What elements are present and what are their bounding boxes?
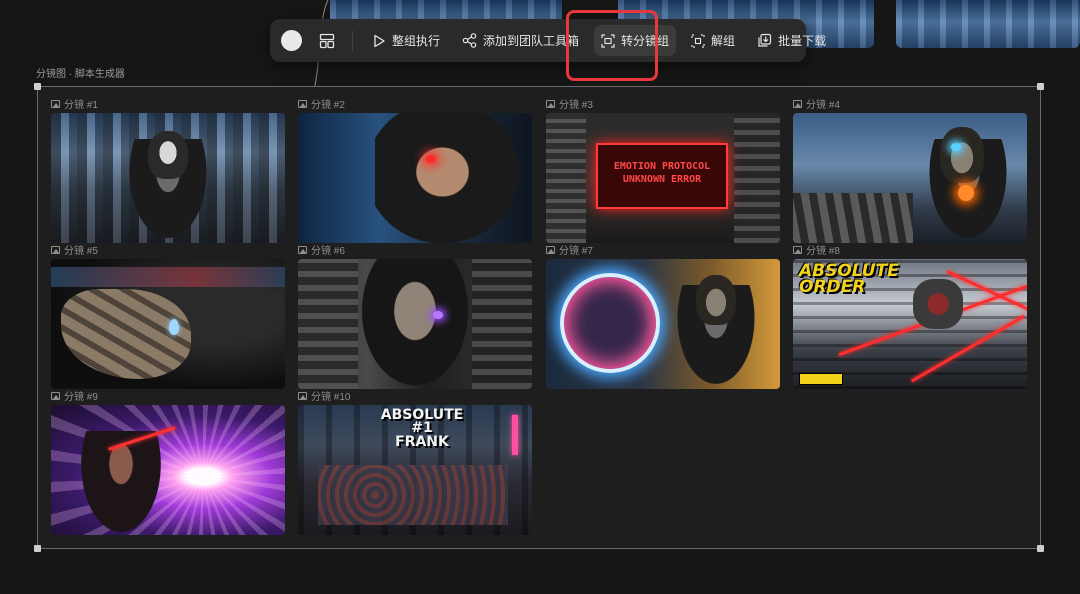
storyboard-shot-4[interactable]: 分镜 #4 [793,99,1027,243]
shot-thumbnail [793,113,1027,243]
image-icon [793,99,802,108]
shot-label: 分镜 #7 [559,246,593,257]
screen-error-text: EMOTION PROTOCOL UNKNOWN ERROR [613,161,711,185]
play-icon [374,34,385,47]
shot-label: 分镜 #3 [559,100,593,111]
batch-download-label: 批量下载 [778,34,827,48]
storyboard-shot-3[interactable]: 分镜 #3 EMOTION PROTOCOL UNKNOWN ERROR [546,99,780,243]
shot-label: 分镜 #1 [64,100,98,111]
resize-handle-top-right[interactable] [1037,83,1044,90]
image-icon [298,245,307,254]
scan-frame-icon [601,33,615,48]
layout-icon [319,33,335,48]
add-to-team-toolbox-label: 添加到团队工具箱 [483,34,580,48]
shot-label: 分镜 #6 [311,246,345,257]
shot-thumbnail [298,259,532,389]
shot-thumbnail: EMOTION PROTOCOL UNKNOWN ERROR [546,113,780,243]
resize-handle-top-left[interactable] [34,83,41,90]
shot-thumbnail [51,405,285,535]
ungroup-label: 解组 [711,34,736,48]
background-canvas-image [896,0,1080,48]
shot-label: 分镜 #4 [806,100,840,111]
shot-thumbnail [51,113,285,243]
storyboard-shot-10[interactable]: 分镜 #10 ABSOLUTE #1 FRANK [298,391,532,535]
storyboard-shot-6[interactable]: 分镜 #6 [298,245,532,389]
storyboard-shot-8[interactable]: 分镜 #8 ABSOLUTE ORDER [793,245,1027,389]
layout-button[interactable] [316,30,338,52]
shot-label: 分镜 #2 [311,100,345,111]
shot-thumbnail: ABSOLUTE #1 FRANK [298,405,532,535]
storyboard-group-frame[interactable]: 分镜 #1 分镜 #2 分镜 #3 EMOTION PROTOCOL UNKNO… [34,83,1044,552]
image-icon [546,245,555,254]
image-icon [51,99,60,108]
color-swatch-button[interactable] [281,30,302,51]
image-icon [546,99,555,108]
toolbar-divider [352,30,353,51]
image-icon [51,391,60,400]
share-nodes-icon [462,33,477,48]
ungroup-button[interactable]: 解组 [684,25,742,56]
resize-handle-bottom-right[interactable] [1037,545,1044,552]
shot-label: 分镜 #5 [64,246,98,257]
batch-download-icon [758,33,772,47]
group-title: 分镜图 · 脚本生成器 [36,69,125,80]
shot-thumbnail [51,259,285,389]
comic-cover-title-text: ABSOLUTE #1 FRANK [380,407,464,450]
image-icon [298,391,307,400]
shot-label: 分镜 #9 [64,392,98,403]
add-to-team-toolbox-button[interactable]: 添加到团队工具箱 [455,25,586,56]
shot-thumbnail: ABSOLUTE ORDER [793,259,1027,389]
image-icon [298,99,307,108]
run-group-label: 整组执行 [392,34,441,48]
shot-label: 分镜 #10 [311,392,351,403]
storyboard-shot-1[interactable]: 分镜 #1 [51,99,285,243]
group-toolbar: 整组执行 添加到团队工具箱 转分镜组 解组 批量下载 [270,19,826,62]
shot-thumbnail [546,259,780,389]
storyboard-shot-9[interactable]: 分镜 #9 [51,391,285,535]
run-group-button[interactable]: 整组执行 [365,25,447,56]
storyboard-shot-5[interactable]: 分镜 #5 [51,245,285,389]
image-icon [51,245,60,254]
storyboard-shot-7[interactable]: 分镜 #7 [546,245,780,389]
storyboard-shot-2[interactable]: 分镜 #2 [298,99,532,243]
image-icon [793,245,802,254]
resize-handle-bottom-left[interactable] [34,545,41,552]
shot-label: 分镜 #8 [806,246,840,257]
convert-to-storyboard-group-button[interactable]: 转分镜组 [594,25,677,56]
shot-thumbnail [298,113,532,243]
convert-to-storyboard-group-label: 转分镜组 [621,34,670,48]
ungroup-icon [691,33,705,48]
batch-download-button[interactable]: 批量下载 [750,25,833,56]
comic-title-text: ABSOLUTE ORDER [799,261,899,298]
